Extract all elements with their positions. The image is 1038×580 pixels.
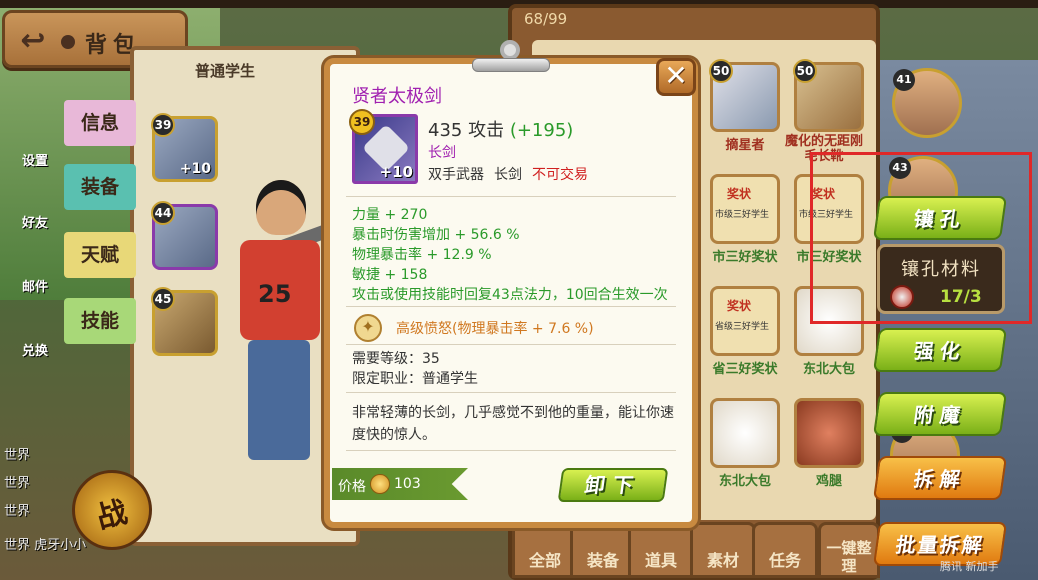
portrait-level-badge: 41 — [893, 69, 915, 91]
item-meta: 双手武器 长剑 不可交易 — [428, 164, 588, 184]
inventory-item[interactable]: 奖状 市级三好学生 — [710, 174, 780, 244]
divider — [346, 392, 676, 393]
inventory-item[interactable] — [794, 398, 864, 468]
required-class: 限定职业：普通学生 — [352, 371, 478, 387]
equipped-weapon-slot[interactable]: 39 +10 — [151, 113, 218, 182]
certificate-subtitle: 省级三好学生 — [715, 322, 770, 332]
item-name: 贤者太极剑 — [352, 86, 442, 107]
highlight-box — [810, 152, 1032, 324]
certificate-title: 奖状 — [727, 299, 752, 313]
shirt-number: 25 — [258, 280, 292, 308]
gem-stat: 高级愤怒(物理暴击率 + 7.6 %) — [396, 321, 594, 337]
item-stat: 力量 + 270 — [352, 207, 428, 223]
enhance-button[interactable]: 强化 — [872, 328, 1008, 372]
item-icon: 39 +10 — [349, 109, 418, 184]
mail-nav-label[interactable]: 邮件 — [22, 276, 48, 295]
inventory-item[interactable]: 50 — [793, 59, 864, 132]
price-label: 价格 — [338, 479, 366, 495]
exchange-nav-label[interactable]: 兑换 — [22, 340, 48, 359]
inventory-item-name: 市三好奖状 — [712, 250, 778, 265]
chat-line: 世界 — [4, 448, 31, 463]
inventory-item[interactable]: 50 — [709, 59, 780, 132]
attack-value: 435 攻击 — [428, 120, 505, 141]
item-plus: +10 — [379, 163, 413, 181]
unequip-button[interactable]: 卸下 — [557, 468, 669, 502]
slot-level-badge: 39 — [151, 113, 175, 137]
watermark: 腾讯 新加手 — [940, 560, 999, 573]
item-stat: 暴击时伤害增加 + 56.6 % — [352, 227, 520, 243]
chat-line: 世界 — [4, 504, 31, 519]
enchant-button[interactable]: 附魔 — [872, 392, 1008, 436]
weapon-type: 长剑 — [494, 167, 522, 183]
inventory-item-name: 鸡腿 — [815, 474, 842, 489]
tab-info[interactable]: 信息 — [64, 100, 136, 146]
item-stat: 敏捷 + 158 — [352, 267, 428, 283]
item-subtype: 长剑 — [428, 145, 456, 161]
clip-ring — [500, 40, 520, 60]
coin-icon — [370, 474, 390, 494]
slot-level-badge: 45 — [151, 287, 175, 311]
item-level-badge: 39 — [349, 109, 375, 135]
chat-line: 世界 虎牙小小 — [4, 538, 87, 553]
character-class-title: 普通学生 — [194, 62, 255, 80]
character-model: 25 — [220, 170, 379, 490]
required-level: 需要等级：35 — [352, 351, 440, 367]
character-legs — [248, 340, 310, 460]
item-description: 非常轻薄的长剑，几乎感觉不到他的重量，能让你速度快的惊人。 — [352, 405, 674, 443]
back-dot-icon — [61, 35, 75, 49]
item-stat: 物理暴击率 + 12.9 % — [352, 247, 492, 263]
trade-status: 不可交易 — [532, 167, 588, 183]
inventory-tab-materials[interactable]: 素材 — [690, 522, 756, 578]
divider — [346, 306, 676, 307]
clip-icon — [472, 40, 550, 74]
teammate-portrait[interactable]: 41 — [892, 68, 962, 138]
certificate-subtitle: 市级三好学生 — [715, 210, 770, 220]
clip-bar — [472, 58, 550, 72]
equipped-armor-slot[interactable]: 44 — [151, 201, 218, 270]
slot-level-badge: 44 — [151, 201, 175, 225]
inventory-sort-button[interactable]: 一键整理 — [818, 522, 880, 578]
inventory-tab-quests[interactable]: 任务 — [752, 522, 818, 578]
item-attack: 435 攻击 (+195) — [428, 116, 573, 142]
chat-line: 世界 — [4, 476, 31, 491]
certificate-title: 奖状 — [727, 187, 752, 201]
inventory-item-name: 省三好奖状 — [712, 362, 778, 377]
inventory-item[interactable] — [710, 398, 780, 468]
slot-plus: +10 — [179, 161, 211, 177]
attack-bonus: (+195) — [509, 120, 574, 141]
divider — [346, 196, 676, 197]
tab-talent[interactable]: 天赋 — [64, 232, 136, 278]
gem-icon: ✦ — [354, 314, 382, 342]
inventory-tab-all[interactable]: 全部 — [512, 522, 578, 578]
item-level-badge: 50 — [793, 59, 817, 83]
inventory-item-name: 东北大包 — [718, 474, 771, 489]
inventory-count: 68/99 — [524, 10, 568, 28]
equipped-boots-slot[interactable]: 45 — [151, 287, 218, 356]
tab-skills[interactable]: 技能 — [64, 298, 136, 344]
settings-nav-label[interactable]: 设置 — [22, 150, 48, 169]
item-level-badge: 50 — [709, 59, 733, 83]
back-arrow-icon: ↩ — [20, 23, 46, 58]
hand-type: 双手武器 — [428, 167, 484, 183]
inventory-tab-items[interactable]: 道具 — [628, 522, 694, 578]
disassemble-button[interactable]: 拆解 — [872, 456, 1008, 500]
close-icon[interactable]: ✕ — [656, 58, 696, 96]
item-stat: 攻击或使用技能时回复43点法力，10回合生效一次 — [352, 287, 668, 303]
tab-equipment[interactable]: 装备 — [64, 164, 136, 210]
inventory-item-name: 东北大包 — [802, 362, 855, 377]
divider — [346, 344, 676, 345]
inventory-item-name: 摘星者 — [725, 138, 765, 153]
price-value: 103 — [394, 476, 421, 492]
inventory-tab-equipment[interactable]: 装备 — [570, 522, 636, 578]
divider — [346, 450, 676, 451]
friends-nav-label[interactable]: 好友 — [22, 212, 48, 231]
character-head — [256, 180, 306, 235]
inventory-item[interactable]: 奖状 省级三好学生 — [710, 286, 780, 356]
